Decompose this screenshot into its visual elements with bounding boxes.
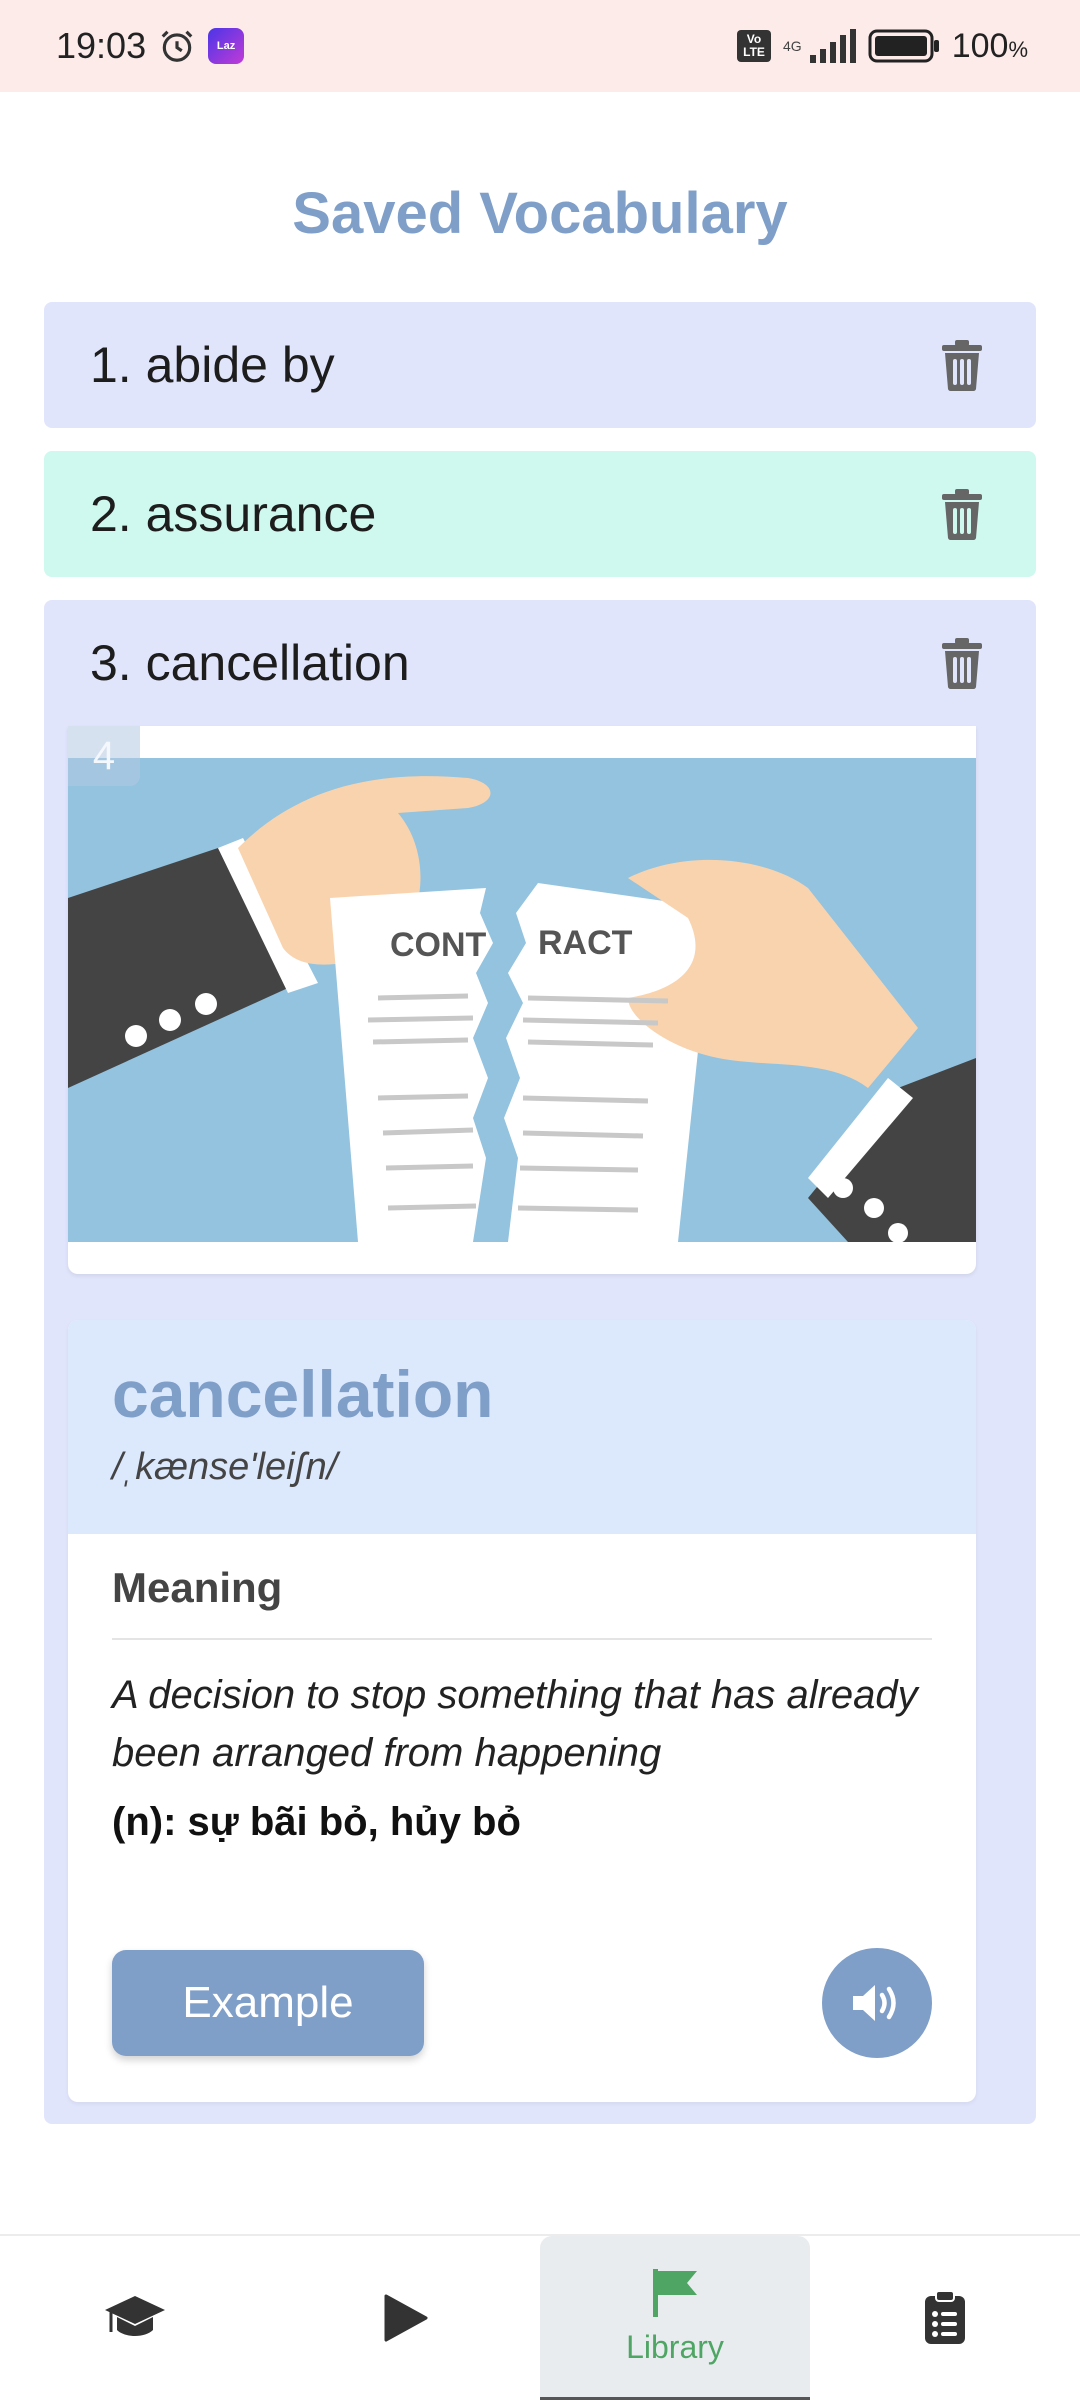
vocab-item-abide-by[interactable]: 1. abide by xyxy=(44,302,1036,428)
signal-icon xyxy=(809,29,856,63)
alarm-icon xyxy=(161,30,193,62)
battery-value: 100 xyxy=(951,26,1009,65)
nav-tasks[interactable] xyxy=(810,2236,1080,2400)
vocab-item-cancellation-expanded: 3. cancellation CONT RACT 4 cancellation… xyxy=(44,600,1036,2124)
image-text-left: CONT xyxy=(390,926,487,964)
definition-header: cancellation /ˌkænse'leiʃn/ xyxy=(68,1320,976,1534)
definition-body: Meaning A decision to stop something tha… xyxy=(68,1534,976,1845)
network-type: 4G xyxy=(783,38,802,54)
nav-library-label: Library xyxy=(626,2329,724,2365)
volte-icon: Vo LTE xyxy=(737,30,772,62)
lazada-app-icon: Laz xyxy=(208,28,245,64)
bottom-navigation: Library xyxy=(0,2234,1080,2400)
volte-bottom: LTE xyxy=(743,45,765,59)
status-left: 19:03 Laz xyxy=(56,25,245,67)
battery-percentage: 100% xyxy=(952,27,1028,66)
page-title: Saved Vocabulary xyxy=(292,181,788,246)
graduation-cap-icon xyxy=(105,2296,165,2336)
meaning-text: A decision to stop something that has al… xyxy=(112,1673,918,1775)
nav-play[interactable] xyxy=(270,2236,540,2400)
clipboard-icon xyxy=(925,2290,965,2344)
example-button[interactable]: Example xyxy=(112,1950,424,2056)
nav-library[interactable]: Library xyxy=(540,2236,810,2400)
trash-icon[interactable] xyxy=(940,339,984,391)
speaker-icon xyxy=(853,1985,896,2021)
meaning-label: Meaning xyxy=(112,1564,932,1640)
status-time: 19:03 xyxy=(56,25,147,66)
vocab-item-label: 3. cancellation xyxy=(90,635,410,691)
vocab-item-label: 2. assurance xyxy=(90,486,377,542)
vocab-item-label: 1. abide by xyxy=(90,337,335,393)
image-index-badge: 4 xyxy=(68,726,140,786)
trash-icon[interactable] xyxy=(940,488,984,540)
image-text-right: RACT xyxy=(538,924,633,962)
trash-icon[interactable] xyxy=(940,637,984,689)
status-bar: 19:03 Laz Vo LTE 4G 100% xyxy=(0,0,1080,92)
word-image-card: CONT RACT 4 xyxy=(68,726,976,1274)
status-right: Vo LTE 4G 100% xyxy=(737,27,1028,66)
flag-icon xyxy=(653,2269,697,2317)
battery-unit: % xyxy=(1008,36,1028,62)
pronunciation: /ˌkænse'leiʃn/ xyxy=(112,1446,338,1488)
contract-torn-illustration: CONT RACT xyxy=(68,758,976,1242)
pronounce-button[interactable] xyxy=(822,1948,932,2058)
definition-word: cancellation xyxy=(112,1357,494,1431)
nav-learn[interactable] xyxy=(0,2236,270,2400)
battery-icon xyxy=(868,29,939,63)
vocab-item-cancellation[interactable]: 3. cancellation xyxy=(44,600,1036,726)
play-icon xyxy=(384,2294,428,2342)
vocab-item-assurance[interactable]: 2. assurance xyxy=(44,451,1036,577)
translation-text: (n): sự bãi bỏ, hủy bỏ xyxy=(112,1800,521,1844)
definition-card: cancellation /ˌkænse'leiʃn/ Meaning A de… xyxy=(68,1320,976,2102)
